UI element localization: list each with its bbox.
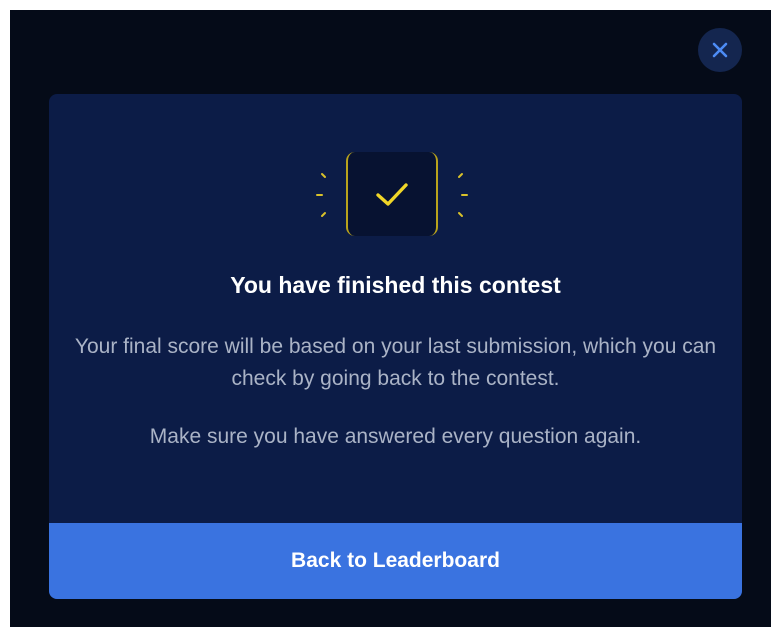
reminder-message: Make sure you have answered every questi… <box>149 425 642 448</box>
close-icon <box>712 42 728 58</box>
modal-description: Your final score will be based on your l… <box>49 331 742 453</box>
check-badge <box>346 152 438 236</box>
modal-title: You have finished this contest <box>230 272 561 298</box>
final-score-message: Your final score will be based on your l… <box>74 335 717 390</box>
check-icon <box>376 183 408 206</box>
close-button[interactable] <box>698 28 742 72</box>
success-badge <box>312 152 472 238</box>
back-to-leaderboard-button[interactable]: Back to Leaderboard <box>49 523 742 599</box>
